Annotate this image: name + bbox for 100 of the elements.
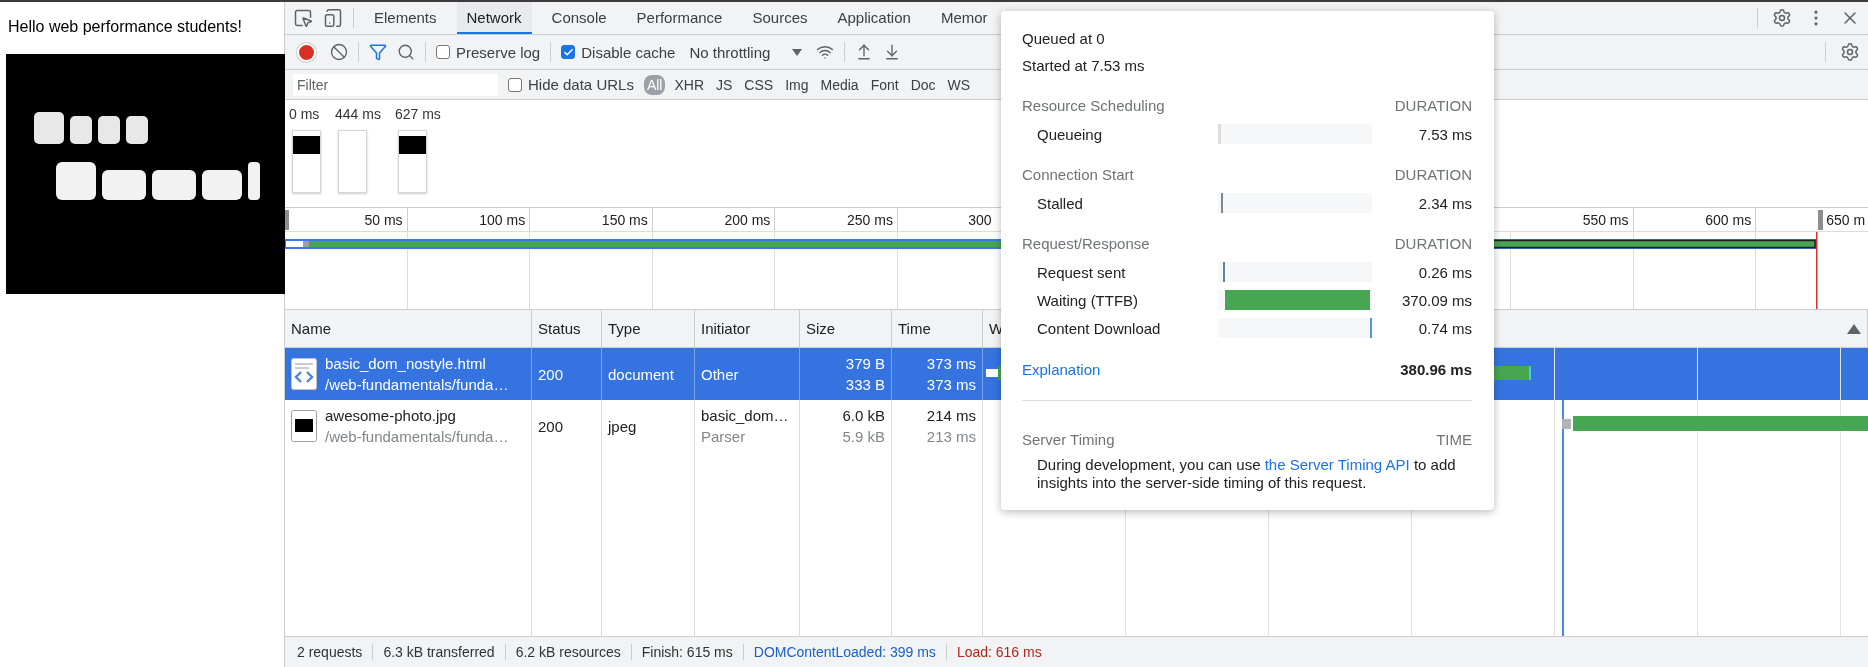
type-text: document: [608, 365, 674, 383]
status-text: 6.3 kB transferred: [372, 644, 505, 660]
caret-icon: [792, 48, 803, 56]
status-text: 2 requests: [296, 644, 364, 660]
panel-tab[interactable]: Network: [456, 2, 532, 34]
file-name: basic_dom_nostyle.html: [325, 355, 487, 372]
file-path: /web-fundamentals/funda…: [325, 428, 509, 445]
file-name: awesome-photo.jpg: [325, 407, 457, 424]
column-header[interactable]: Initiator: [695, 310, 800, 347]
checkbox-label: Hide data URLs: [528, 76, 634, 93]
ruler-label: 250 ms: [847, 211, 893, 228]
column-header[interactable]: Name: [285, 310, 532, 347]
column-label: DURATION: [1394, 97, 1472, 114]
ruler-label: 200 ms: [724, 211, 771, 228]
ruler-label: 550 ms: [1582, 211, 1629, 228]
size-text: 379 B: [845, 355, 885, 372]
time-text: 214 ms: [926, 407, 976, 424]
panel-tab[interactable]: Performance: [626, 2, 733, 34]
size-text: 5.9 kB: [842, 428, 885, 445]
image-file-icon: [291, 410, 317, 442]
html-file-icon: [291, 358, 317, 390]
throttling-select[interactable]: No throttling: [685, 43, 807, 61]
initiator-text: basic_dom…: [701, 407, 789, 424]
section-title: Resource Scheduling: [1022, 97, 1165, 114]
checkbox-label: Preserve log: [456, 43, 541, 61]
time-text: 373 ms: [926, 376, 976, 393]
hide-data-urls-checkbox[interactable]: [508, 77, 522, 92]
record-button[interactable]: [297, 42, 316, 62]
disable-cache-checkbox[interactable]: [561, 45, 576, 59]
range-handle[interactable]: [1818, 209, 1824, 230]
type-filter[interactable]: JS: [713, 74, 736, 95]
ruler-label: 600 ms: [1705, 211, 1752, 228]
type-filter[interactable]: CSS: [741, 74, 777, 95]
checkbox-label: Disable cache: [581, 43, 676, 61]
ruler-label: 100 ms: [479, 211, 526, 228]
panel-tab[interactable]: Application: [827, 2, 921, 34]
frame-time: 627 ms: [394, 106, 441, 122]
duration-value: 0.26 ms: [1418, 263, 1472, 281]
ruler-label: 50 ms: [364, 211, 403, 228]
column-header[interactable]: Type: [602, 310, 695, 347]
type-filter[interactable]: Media: [817, 74, 862, 95]
file-path: /web-fundamentals/funda…: [325, 376, 509, 393]
filmstrip-frame[interactable]: [292, 130, 321, 193]
network-conditions-icon[interactable]: [816, 43, 835, 61]
column-header[interactable]: Size: [800, 310, 892, 347]
size-text: 333 B: [845, 376, 885, 393]
duration-value: 370.09 ms: [1401, 291, 1472, 309]
preserve-log-checkbox[interactable]: [436, 45, 450, 59]
phase-label: Stalled: [1037, 194, 1084, 212]
status-text: DOMContentLoaded: 399 ms: [742, 644, 946, 660]
initiator-text: Other: [701, 365, 739, 383]
settings-icon[interactable]: [1840, 42, 1860, 62]
panel-tab[interactable]: Memor: [930, 2, 998, 34]
column-header[interactable]: Time: [892, 310, 983, 347]
filter-field[interactable]: Filter: [293, 73, 498, 96]
section-title: Connection Start: [1022, 166, 1134, 183]
queued-text: Queued at 0: [1022, 30, 1105, 47]
column-label: DURATION: [1394, 166, 1472, 183]
type-filter[interactable]: Doc: [907, 74, 939, 95]
status-text: 200: [538, 365, 564, 383]
filter-icon[interactable]: [369, 43, 387, 61]
time-text: 373 ms: [926, 355, 976, 372]
status-text: 200: [538, 417, 564, 435]
server-timing-note: During development, you can use the Server Timing API to add insights into the server-side timing of this request.: [1037, 456, 1457, 492]
panel-tab[interactable]: Console: [541, 2, 617, 34]
column-header[interactable]: Status: [532, 310, 602, 347]
status-text: Load: 616 ms: [945, 644, 1052, 660]
sort-ascending-icon[interactable]: [1847, 323, 1861, 334]
status-text: 6.2 kB resources: [504, 644, 631, 660]
phase-label: Content Download: [1037, 319, 1162, 337]
device-toolbar-icon[interactable]: [323, 8, 343, 28]
phase-label: Waiting (TTFB): [1037, 291, 1140, 309]
type-filter[interactable]: Img: [782, 74, 812, 95]
panel-tab[interactable]: Elements: [364, 2, 447, 34]
phase-label: Queueing: [1037, 125, 1104, 143]
panel-tab[interactable]: Sources: [742, 2, 818, 34]
frame-time: 0 ms: [289, 106, 321, 122]
ruler-label: 300: [968, 211, 992, 228]
size-text: 6.0 kB: [842, 407, 885, 424]
duration-value: 0.74 ms: [1418, 319, 1472, 337]
time-text: 213 ms: [926, 428, 976, 445]
total-duration: 380.96 ms: [1400, 360, 1472, 378]
duration-value: 2.34 ms: [1418, 194, 1472, 212]
range-handle[interactable]: [285, 209, 289, 230]
server-timing-link[interactable]: the Server Timing API: [1264, 456, 1410, 473]
type-filter[interactable]: WS: [944, 74, 974, 95]
settings-icon[interactable]: [1772, 8, 1792, 28]
frame-time: 444 ms: [335, 106, 381, 122]
inspect-icon[interactable]: [293, 8, 313, 28]
column-label: DURATION: [1394, 235, 1472, 252]
type-filter[interactable]: Font: [867, 74, 902, 95]
ruler-label: 650 m: [1826, 211, 1866, 228]
explanation-link[interactable]: Explanation: [1022, 360, 1101, 378]
phase-label: Request sent: [1037, 263, 1127, 281]
filmstrip-frame[interactable]: [397, 130, 427, 193]
type-filter[interactable]: XHR: [671, 74, 707, 95]
search-icon[interactable]: [397, 43, 415, 61]
page-heading: Hello web performance students!: [8, 18, 243, 36]
clear-icon[interactable]: [330, 43, 348, 61]
column-label: TIME: [1436, 431, 1472, 448]
